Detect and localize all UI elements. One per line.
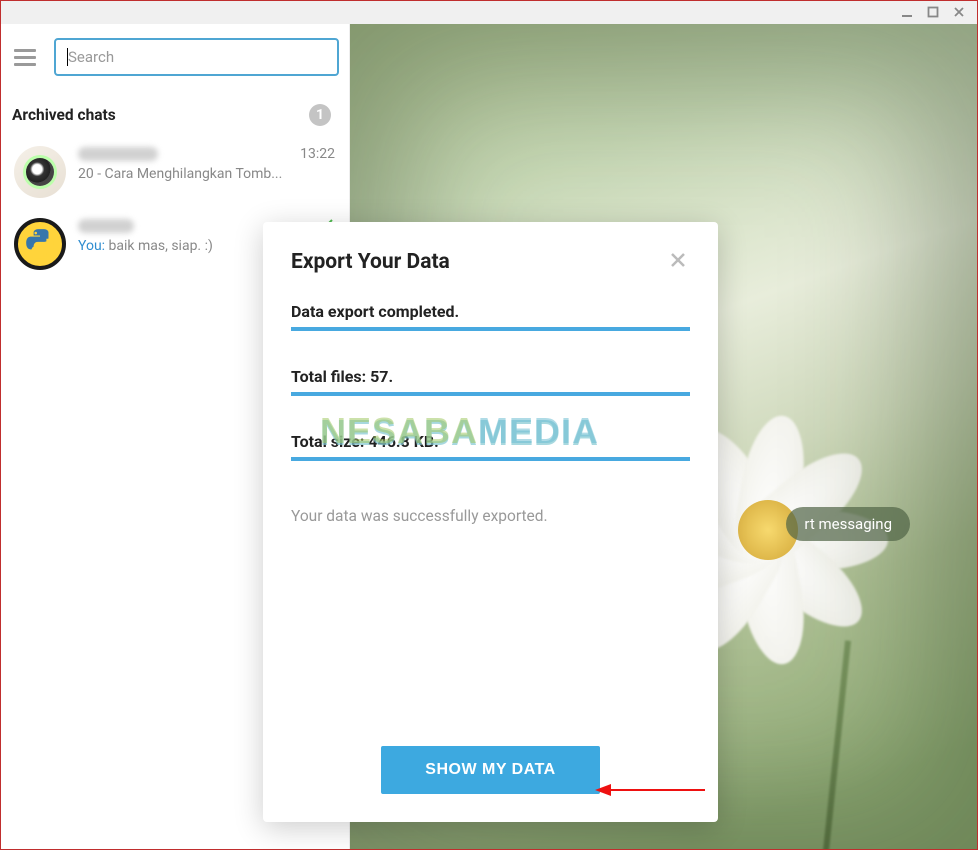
search-input[interactable]: Search bbox=[54, 38, 339, 76]
total-size-row: Total size: 446.8 KB. bbox=[291, 432, 690, 461]
window-titlebar bbox=[0, 0, 978, 24]
chat-item[interactable]: 13:22 20 - Cara Menghilangkan Tomb... bbox=[0, 136, 349, 208]
archived-chats-row[interactable]: Archived chats 1 bbox=[0, 90, 349, 136]
export-data-dialog: Export Your Data Data export completed. … bbox=[263, 222, 718, 822]
window-maximize-button[interactable] bbox=[926, 5, 940, 19]
window-close-button[interactable] bbox=[952, 5, 966, 19]
chat-name-blurred bbox=[78, 147, 158, 161]
start-messaging-pill[interactable]: rt messaging bbox=[786, 507, 910, 541]
archived-chats-count: 1 bbox=[309, 104, 331, 126]
total-files-row: Total files: 57. bbox=[291, 367, 690, 396]
menu-icon[interactable] bbox=[10, 45, 40, 70]
close-icon[interactable] bbox=[666, 248, 690, 276]
show-my-data-button[interactable]: SHOW MY DATA bbox=[381, 746, 599, 794]
window-minimize-button[interactable] bbox=[900, 5, 914, 19]
export-status-row: Data export completed. bbox=[291, 302, 690, 331]
dialog-title: Export Your Data bbox=[291, 250, 450, 274]
avatar bbox=[14, 218, 66, 270]
export-note: Your data was successfully exported. bbox=[291, 507, 690, 525]
archived-chats-label: Archived chats bbox=[12, 106, 116, 124]
chat-preview: 20 - Cara Menghilangkan Tomb... bbox=[78, 166, 335, 182]
avatar bbox=[14, 146, 66, 198]
chat-name-blurred bbox=[78, 219, 134, 233]
chat-time: 13:22 bbox=[300, 146, 335, 162]
search-placeholder: Search bbox=[68, 48, 114, 66]
